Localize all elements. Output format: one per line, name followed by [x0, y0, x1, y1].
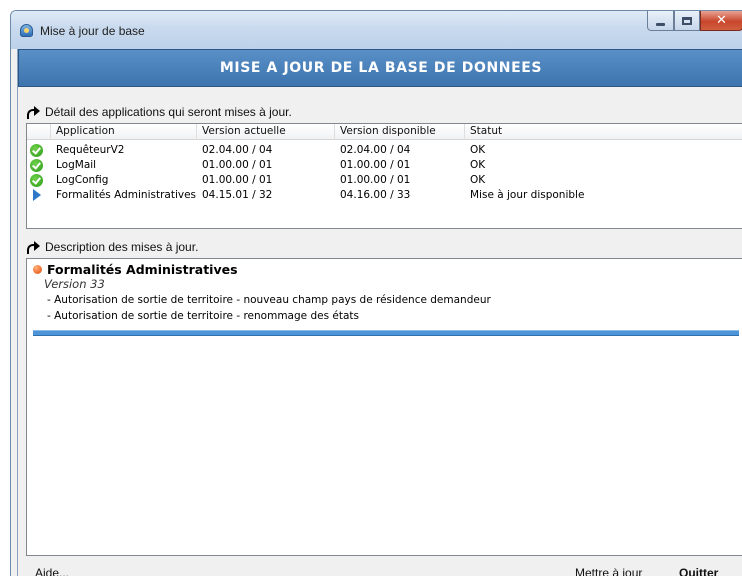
table-row[interactable]: LogConfig 01.00.00 / 01 01.00.00 / 01 OK [27, 173, 742, 188]
description-version: Version 33 [44, 277, 105, 291]
quit-button[interactable]: Quitter [679, 566, 718, 576]
update-button-label: ettre à jour [585, 566, 643, 576]
table-row[interactable]: LogMail 01.00.00 / 01 01.00.00 / 01 OK [27, 158, 742, 173]
applications-section-label: Détail des applications qui seront mises… [45, 105, 292, 119]
column-header-application[interactable]: Application [51, 124, 197, 140]
cell-application: LogMail [56, 159, 97, 171]
cell-version-actuelle: 02.04.00 / 04 [202, 144, 273, 156]
description-line: - Autorisation de sortie de territoire -… [47, 310, 359, 322]
play-icon [33, 189, 41, 201]
cell-application: Formalités Administratives [56, 189, 197, 201]
quit-button-mnemonic: Q [679, 566, 689, 576]
column-header-version-disponible[interactable]: Version disponible [335, 124, 465, 140]
curved-arrow-icon [26, 241, 40, 254]
description-separator-bar [33, 330, 739, 336]
bullet-icon [33, 265, 42, 274]
cell-version-disponible: 01.00.00 / 01 [340, 159, 411, 171]
column-header-version-actuelle[interactable]: Version actuelle [197, 124, 335, 140]
minimize-icon [656, 22, 665, 26]
cell-application: LogConfig [56, 174, 109, 186]
update-button-mnemonic: M [575, 566, 585, 576]
update-button[interactable]: Mettre à jour [575, 566, 642, 576]
minimize-button[interactable] [647, 11, 674, 31]
table-row[interactable]: Formalités Administratives 04.15.01 / 32… [27, 188, 742, 203]
cell-application: RequêteurV2 [56, 144, 125, 156]
description-panel[interactable]: Formalités Administratives Version 33 - … [26, 258, 742, 556]
applications-list[interactable]: Application Version actuelle Version dis… [26, 123, 742, 229]
curved-arrow-icon [26, 106, 40, 119]
cell-version-disponible: 01.00.00 / 01 [340, 174, 411, 186]
cell-statut: OK [470, 174, 486, 186]
cell-version-actuelle: 04.15.01 / 32 [202, 189, 273, 201]
cell-version-disponible: 02.04.00 / 04 [340, 144, 411, 156]
window-content: MISE A JOUR DE LA BASE DE DONNEES Détail… [17, 49, 742, 576]
check-icon [30, 159, 43, 172]
check-icon [30, 174, 43, 187]
cell-version-actuelle: 01.00.00 / 01 [202, 159, 273, 171]
app-window: Mise à jour de base ✕ MISE A JOUR DE LA … [10, 10, 742, 576]
cell-statut: Mise à jour disponible [470, 189, 585, 201]
page-banner: MISE A JOUR DE LA BASE DE DONNEES [18, 49, 742, 87]
table-row[interactable]: RequêteurV2 02.04.00 / 04 02.04.00 / 04 … [27, 143, 742, 158]
close-button[interactable]: ✕ [700, 11, 742, 31]
description-item-title: Formalités Administratives [33, 262, 238, 277]
cell-statut: OK [470, 144, 486, 156]
title-bar[interactable]: Mise à jour de base ✕ [11, 11, 742, 49]
description-section-label: Description des mises à jour. [45, 240, 199, 254]
description-item-title-text: Formalités Administratives [47, 262, 238, 277]
maximize-button[interactable] [674, 11, 700, 31]
description-line: - Autorisation de sortie de territoire -… [47, 294, 491, 306]
check-icon [30, 144, 43, 157]
window-title: Mise à jour de base [40, 24, 145, 38]
close-icon: ✕ [716, 13, 727, 28]
column-header-icon[interactable] [27, 124, 51, 140]
applications-section-header: Détail des applications qui seront mises… [26, 104, 292, 120]
app-icon [20, 24, 33, 37]
cell-statut: OK [470, 159, 486, 171]
column-header-statut[interactable]: Statut [465, 124, 742, 140]
maximize-icon [682, 16, 692, 25]
description-section-header: Description des mises à jour. [26, 239, 198, 255]
cell-version-actuelle: 01.00.00 / 01 [202, 174, 273, 186]
quit-button-label: uitter [688, 566, 719, 576]
help-link[interactable]: Aide... [35, 566, 69, 576]
list-header: Application Version actuelle Version dis… [27, 124, 742, 140]
cell-version-disponible: 04.16.00 / 33 [340, 189, 411, 201]
